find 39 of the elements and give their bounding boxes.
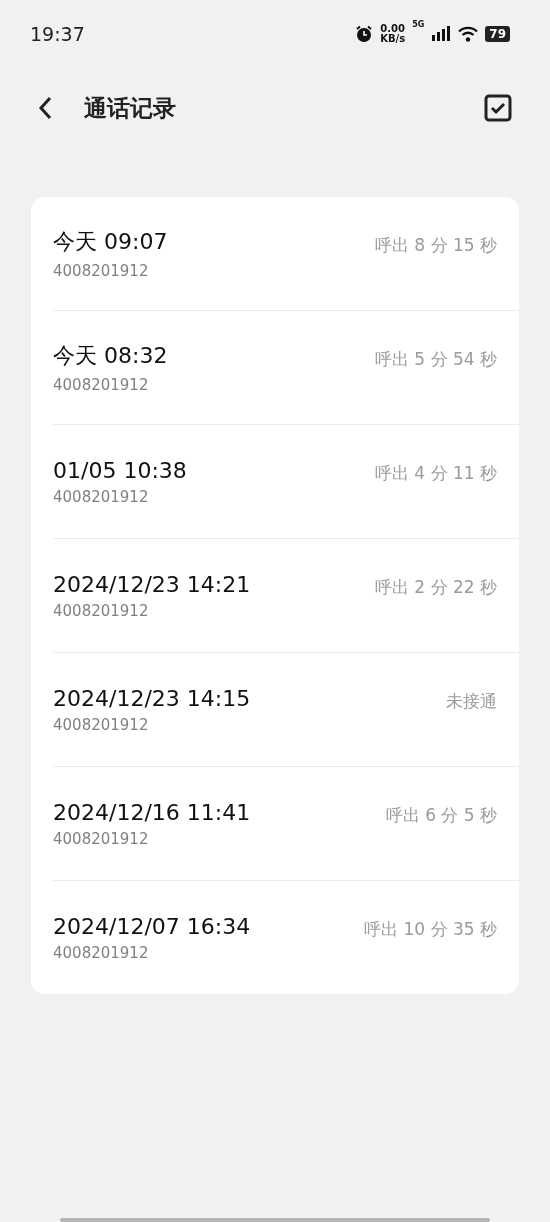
back-button[interactable] xyxy=(36,94,54,122)
phone-number: 4008201912 xyxy=(53,601,150,620)
call-time: 今天 08:32 xyxy=(53,342,168,370)
call-log-item[interactable]: 2024/12/16 11:41 4008201912 呼出 6 分 5 秒 xyxy=(53,767,519,881)
call-result: 呼出 10 分 35 秒 xyxy=(364,918,497,941)
page-title: 通话记录 xyxy=(84,93,177,123)
call-time: 2024/12/16 11:41 xyxy=(53,799,251,825)
call-log-item[interactable]: 01/05 10:38 4008201912 呼出 4 分 11 秒 xyxy=(53,425,519,539)
call-result: 呼出 5 分 54 秒 xyxy=(374,348,497,371)
call-time: 01/05 10:38 xyxy=(53,457,187,483)
battery-icon: 79 xyxy=(485,26,510,42)
phone-number: 4008201912 xyxy=(53,487,150,506)
call-time: 今天 09:07 xyxy=(53,228,168,256)
call-result: 呼出 4 分 11 秒 xyxy=(374,462,497,485)
status-time: 19:37 xyxy=(30,23,85,45)
call-time: 2024/12/07 16:34 xyxy=(53,913,251,939)
signal-icon xyxy=(431,26,452,42)
phone-number: 4008201912 xyxy=(53,715,150,734)
phone-number: 4008201912 xyxy=(53,262,150,280)
network-speed: 0.00 xyxy=(380,24,405,34)
select-button[interactable] xyxy=(484,94,512,122)
call-log-item[interactable]: 2024/12/07 16:34 4008201912 呼出 10 分 35 秒 xyxy=(53,881,519,994)
call-log-item[interactable]: 今天 08:32 4008201912 呼出 5 分 54 秒 xyxy=(53,311,519,425)
wifi-icon xyxy=(458,26,479,42)
phone-number: 4008201912 xyxy=(53,943,150,962)
call-result: 呼出 6 分 5 秒 xyxy=(385,804,497,827)
call-log-item[interactable]: 今天 09:07 4008201912 呼出 8 分 15 秒 xyxy=(53,197,519,311)
call-log-item[interactable]: 2024/12/23 14:15 4008201912 未接通 xyxy=(53,653,519,767)
call-log-item[interactable]: 2024/12/23 14:21 4008201912 呼出 2 分 22 秒 xyxy=(53,539,519,653)
network-speed-unit: KB/s xyxy=(380,34,406,44)
call-time: 2024/12/23 14:15 xyxy=(53,685,251,711)
call-result: 呼出 8 分 15 秒 xyxy=(374,234,497,257)
network-type: 5G xyxy=(412,20,425,29)
call-time: 2024/12/23 14:21 xyxy=(53,571,251,597)
call-result: 未接通 xyxy=(446,690,497,713)
alarm-icon xyxy=(355,25,374,43)
phone-number: 4008201912 xyxy=(53,376,150,394)
phone-number: 4008201912 xyxy=(53,829,150,848)
call-result: 呼出 2 分 22 秒 xyxy=(374,576,497,599)
